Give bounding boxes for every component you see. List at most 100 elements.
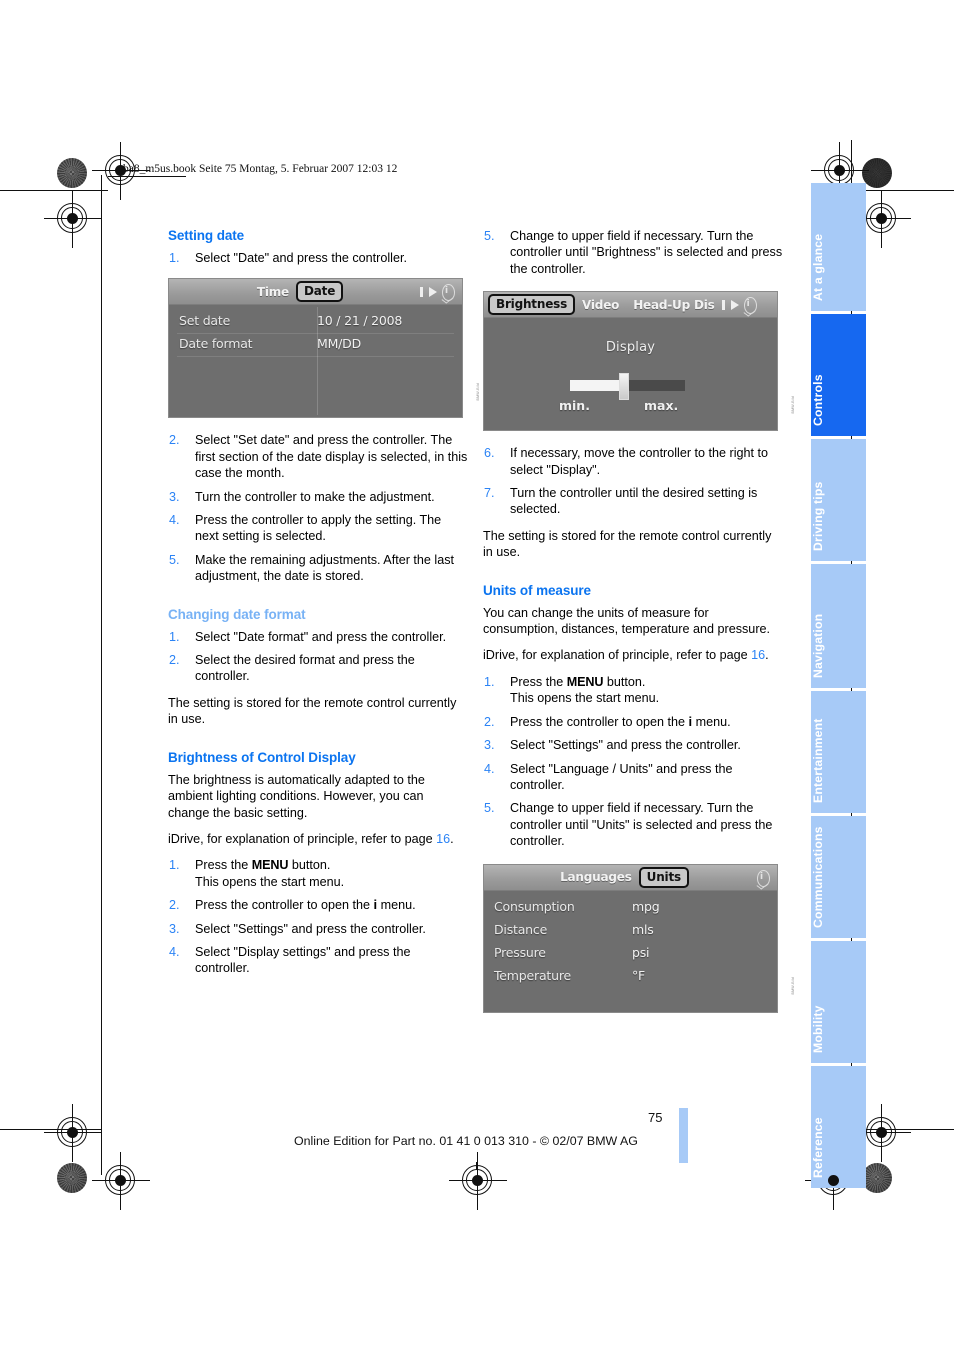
screenshot-brightness-wrapper: Brightness Video Head-Up Dis i Display m… (483, 291, 795, 432)
step-text: Make the remaining adjustments. After th… (195, 552, 455, 584)
sidebar-item-label: Entertainment (811, 718, 825, 803)
step-number: 1. (169, 251, 180, 265)
step-number: 1. (169, 629, 180, 644)
brightness-slider[interactable] (570, 373, 685, 401)
setting-date-steps-before-image: 1. Select "Date" and press the controlle… (168, 250, 468, 266)
step-number: 7. (484, 486, 495, 501)
screenshot-tab-time[interactable]: Time (250, 285, 296, 299)
units-intro: You can change the units of measure for … (483, 605, 771, 637)
crop-line-bottom-right (851, 1129, 954, 1130)
table-row[interactable]: Pressure psi (484, 941, 777, 964)
registration-mark-top-right (811, 142, 869, 200)
row-key: Set date (179, 313, 231, 329)
screenshot-tab-bar: Languages Units i (484, 864, 777, 891)
row-value: 10 / 21 / 2008 (317, 313, 403, 329)
step-text: Select "Date format" and press the contr… (195, 629, 447, 644)
sidebar-item-driving-tips[interactable]: Driving tips (811, 439, 866, 561)
table-row[interactable]: Set date 10 / 21 / 2008 (169, 309, 462, 332)
row-key: Consumption (494, 898, 575, 914)
step-text: Select "Settings" and press the controll… (510, 738, 741, 753)
sidebar-item-at-a-glance[interactable]: At a glance (811, 183, 866, 311)
table-row[interactable]: Distance mls (484, 918, 777, 941)
list-item: 2. Press the controller to open the i me… (168, 897, 468, 913)
file-slug: ba8_m5us.book Seite 75 Montag, 5. Februa… (123, 163, 398, 175)
step-text-pre: Press the (510, 674, 567, 689)
figure-reference-caption: BMW-Bild (476, 382, 480, 401)
step-text-post: menu. (377, 898, 416, 913)
step-text-pre: Press the (195, 858, 252, 873)
screenshot-tab-date[interactable]: Date (296, 281, 344, 303)
screenshot-date-menu-wrapper: Time Date i Set date 10 / 21 / 2008 Date… (168, 278, 480, 419)
list-item: 2. Press the controller to open the i me… (483, 714, 783, 730)
page-number: 75 (648, 1110, 663, 1125)
sidebar-item-reference[interactable]: Reference (811, 1066, 866, 1188)
right-column: 5. Change to upper field if necessary. T… (483, 228, 795, 1027)
step-text-post: button. (288, 858, 331, 873)
sidebar-item-communications[interactable]: Communications (811, 816, 866, 938)
step-number: 5. (169, 552, 180, 567)
page-link[interactable]: 16 (751, 648, 765, 662)
list-item: 4. Press the controller to apply the set… (168, 512, 468, 545)
step-number: 4. (169, 513, 180, 528)
registration-mark-bottom-left (92, 1152, 150, 1210)
brightness-intro: The brightness is automatically adapted … (168, 772, 425, 820)
sidebar-item-label: Driving tips (811, 481, 825, 551)
up-down-info-icon: i (754, 868, 771, 890)
list-item: 4. Select "Language / Units" and press t… (483, 761, 783, 794)
menu-button-label: MENU (251, 858, 289, 873)
changing-date-format-note: The setting is stored for the remote con… (168, 695, 457, 727)
step-text-pre: Press the controller to open the (195, 898, 374, 913)
brightness-continued-note: The setting is stored for the remote con… (483, 528, 772, 560)
idrive-screenshot-date: Time Date i Set date 10 / 21 / 2008 Date… (168, 278, 463, 419)
list-item: 5. Change to upper field if necessary. T… (483, 228, 783, 277)
step-text-post: menu. (692, 714, 731, 729)
step-number: 6. (484, 446, 495, 461)
step-text: Turn the controller to make the adjustme… (195, 489, 435, 504)
slug-rule (108, 176, 186, 177)
slider-max-label: max. (644, 398, 679, 414)
step-number: 2. (484, 714, 495, 729)
changing-date-format-steps: 1. Select "Date format" and press the co… (168, 629, 468, 685)
right-arrow-icon (730, 299, 739, 310)
sidebar-item-navigation[interactable]: Navigation (811, 564, 866, 688)
step-number: 3. (484, 738, 495, 753)
screenshot-tab-units[interactable]: Units (638, 866, 689, 888)
table-row[interactable]: Consumption mpg (484, 895, 777, 918)
crop-line-top-left (0, 190, 108, 191)
page-link[interactable]: 16 (436, 832, 450, 846)
sidebar-item-entertainment[interactable]: Entertainment (811, 691, 866, 813)
list-item: 3. Turn the controller to make the adjus… (168, 489, 468, 505)
idrive-ref-post: . (765, 648, 769, 663)
chapter-tab-rail: At a glance Controls Driving tips Naviga… (811, 183, 866, 1191)
step-text: Select "Settings" and press the controll… (195, 921, 426, 936)
step-text: Select the desired format and press the … (195, 653, 415, 684)
sidebar-item-label: Mobility (811, 1005, 825, 1053)
row-value: °F (632, 967, 646, 983)
slider-knob[interactable] (618, 373, 629, 401)
table-row[interactable]: Temperature °F (484, 964, 777, 987)
up-down-info-icon: i (439, 282, 456, 304)
step-number: 1. (169, 858, 180, 873)
screenshot-tab-bar: Time Date i (169, 279, 462, 306)
print-density-blob-top-left (57, 158, 87, 188)
screenshot-tab-languages[interactable]: Languages (553, 870, 639, 884)
heading-brightness-of-control-display: Brightness of Control Display (168, 749, 356, 765)
list-item: 1. Press the MENU button. This opens the… (168, 857, 468, 890)
registration-mark-right-lower (853, 1104, 911, 1162)
table-row[interactable]: Date format MM/DD (169, 332, 462, 355)
step-number: 1. (484, 674, 495, 689)
registration-mark-left-lower (44, 1104, 102, 1162)
screenshot-tab-head-up-display[interactable]: Head-Up Dis (626, 298, 721, 312)
heading-setting-date: Setting date (168, 228, 245, 243)
sidebar-item-controls[interactable]: Controls (811, 314, 866, 436)
list-item: 3. Select "Settings" and press the contr… (168, 921, 468, 937)
left-column: Setting date 1. Select "Date" and press … (168, 228, 480, 987)
screenshot-tab-brightness[interactable]: Brightness (488, 294, 576, 316)
step-number: 3. (169, 921, 180, 936)
step-text: Select "Date" and press the controller. (195, 251, 407, 265)
figure-reference-caption: BMW-Bild (791, 977, 795, 995)
screenshot-tab-video[interactable]: Video (575, 298, 626, 312)
row-value: mpg (632, 898, 660, 914)
sidebar-item-mobility[interactable]: Mobility (811, 941, 866, 1063)
step-text: Turn the controller until the desired se… (510, 486, 758, 517)
